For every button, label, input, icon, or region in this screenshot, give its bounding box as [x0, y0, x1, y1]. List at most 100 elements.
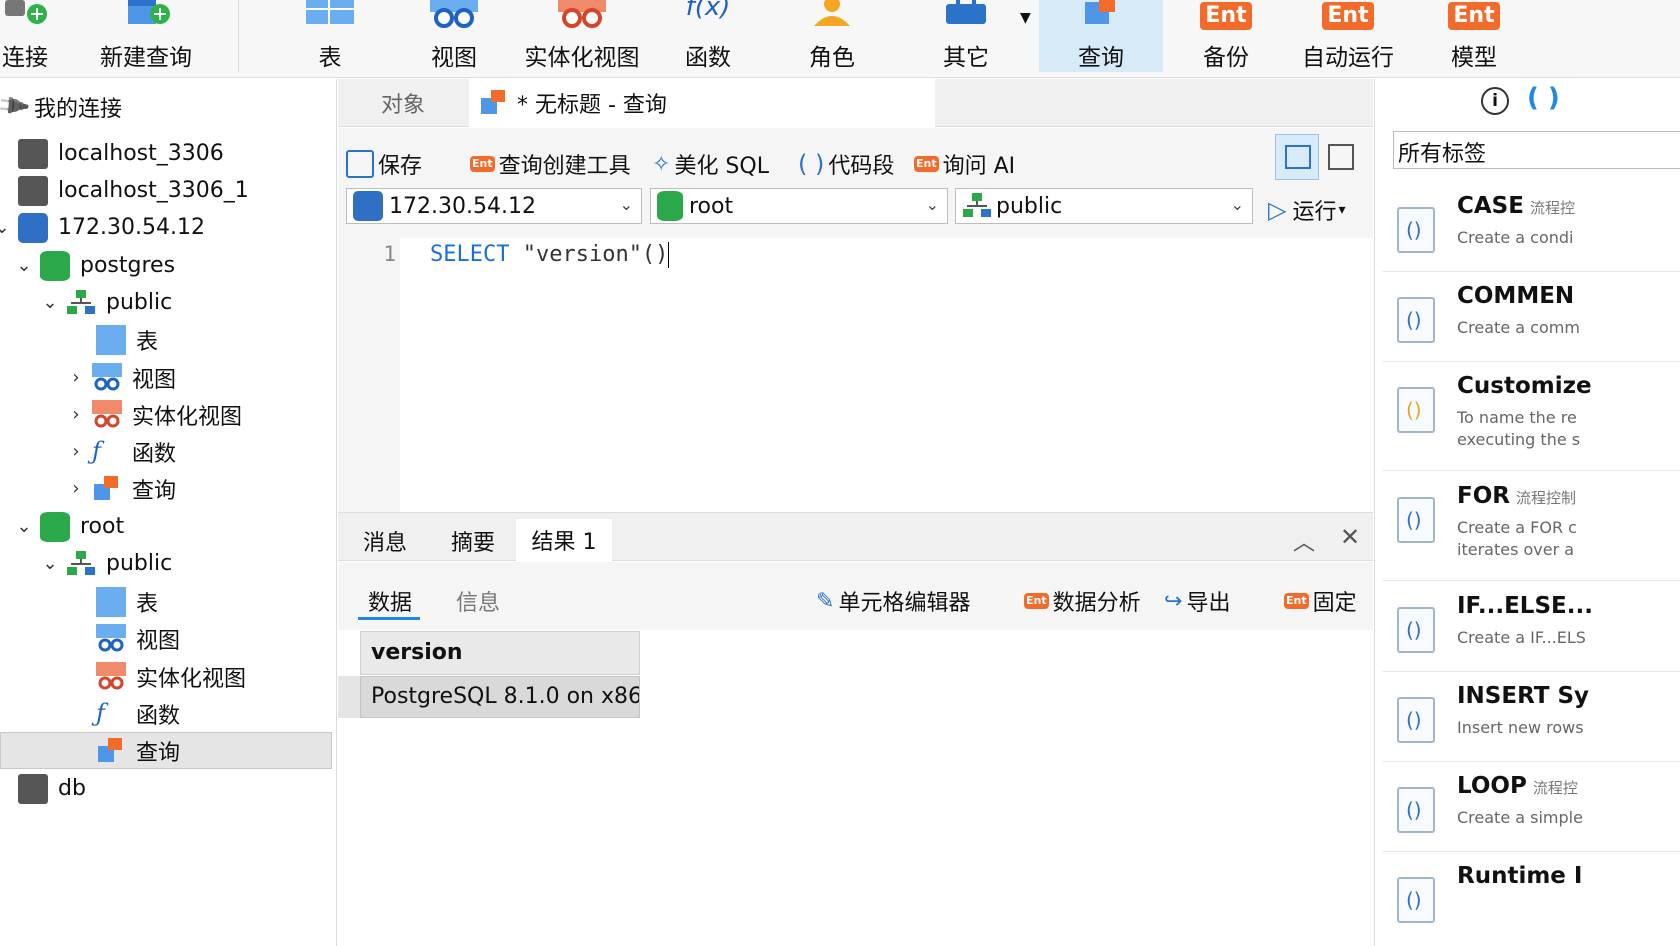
snippet-item[interactable]: () CASE 流程控 Create a condi — [1383, 183, 1680, 272]
tree-node-tables[interactable]: 表 — [96, 321, 158, 358]
data-analysis-button[interactable]: Ent 数据分析 — [1024, 585, 1141, 617]
chevron-right-icon[interactable]: › — [66, 478, 86, 499]
toolbar-other-button[interactable]: 其它 — [926, 0, 1006, 72]
tree-node-queries-selected[interactable]: 查询 — [96, 732, 180, 769]
toolbar-backup-button[interactable]: Ent 备份 — [1186, 0, 1266, 72]
beautify-sql-button[interactable]: ✧ 美化 SQL — [652, 148, 769, 180]
tab-summary[interactable]: 摘要 — [430, 521, 516, 561]
pin-button[interactable]: Ent 固定 — [1284, 585, 1357, 617]
tree-node-public[interactable]: ⌄ public — [40, 284, 172, 321]
tab-result-1[interactable]: 结果 1 — [516, 519, 612, 561]
tab-objects[interactable]: 对象 — [338, 79, 468, 127]
snippet-parentheses-icon[interactable]: ( ) — [1527, 83, 1560, 113]
snippet-item[interactable]: () IF...ELSE... Create a IF...ELS — [1383, 583, 1680, 672]
toolbar-query-button[interactable]: 查询 — [1039, 0, 1163, 72]
tree-node-views[interactable]: 视图 — [96, 620, 180, 657]
toolbar-table-button[interactable]: 表 — [290, 0, 370, 72]
tree-node-label: 172.30.54.12 — [58, 215, 205, 240]
toolbar-automation-label: 自动运行 — [1302, 45, 1394, 71]
table-icon — [96, 324, 126, 355]
schema-icon — [963, 193, 991, 217]
layout-horizontal-split-button[interactable] — [1275, 134, 1319, 180]
info-icon[interactable]: i — [1481, 87, 1509, 115]
code-snippet-button[interactable]: ( ) 代码段 — [798, 148, 894, 180]
snippet-item[interactable]: () Runtime I — [1383, 853, 1680, 942]
save-button[interactable]: 保存 — [346, 148, 422, 180]
connection-select[interactable]: 172.30.54.12 ⌄ — [346, 188, 642, 224]
tab-untitled-query-label: * 无标题 - 查询 — [517, 93, 667, 118]
database-icon — [40, 250, 70, 281]
close-icon[interactable]: ✕ — [1340, 523, 1360, 551]
tree-node-queries[interactable]: › 查询 — [66, 470, 176, 507]
tree-node-public[interactable]: ⌄ public — [40, 545, 172, 582]
snippet-item[interactable]: () LOOP 流程控 Create a simple — [1383, 763, 1680, 852]
tree-node-postgres[interactable]: ⌄ postgres — [14, 247, 175, 284]
toolbar-role-button[interactable]: 角色 — [792, 0, 872, 72]
subtab-info-label: 信息 — [456, 591, 501, 616]
chevron-right-icon[interactable]: › — [66, 367, 86, 388]
tag-filter-select[interactable]: 所有标签 — [1393, 131, 1680, 169]
parentheses-icon: ( ) — [798, 150, 825, 178]
snippet-item[interactable]: () Customize To name the re executing th… — [1383, 363, 1680, 471]
pin-label: 固定 — [1312, 591, 1357, 616]
run-button[interactable]: ▷ 运行 ▾ — [1268, 194, 1346, 226]
collapse-chevron-up-icon[interactable]: ︿ — [1293, 525, 1315, 557]
tree-node-materialized-views[interactable]: 实体化视图 — [96, 658, 246, 695]
column-header-version[interactable]: version — [360, 631, 640, 675]
chevron-right-icon[interactable]: › — [66, 404, 86, 425]
toolbar-view-button[interactable]: 视图 — [414, 0, 494, 72]
toolbar-new-query-button[interactable]: 新建查询 — [92, 0, 200, 72]
database-icon — [657, 191, 683, 221]
tree-node-localhost-3306[interactable]: localhost_3306 — [18, 135, 224, 172]
sql-editor[interactable]: 1 SELECT "version"() — [338, 238, 1373, 512]
tree-node-db[interactable]: db — [18, 770, 86, 807]
vertical-split-icon[interactable] — [1328, 144, 1354, 170]
cell-editor-button[interactable]: ✎ 单元格编辑器 — [816, 585, 970, 617]
tree-node-tables[interactable]: 表 — [96, 583, 158, 620]
tree-node-172-30-54-12[interactable]: ⌄ 172.30.54.12 — [0, 209, 205, 246]
snippet-desc: Create a IF...ELS — [1457, 628, 1586, 647]
query-icon — [1085, 0, 1115, 24]
tree-node-functions[interactable]: ƒ 函数 — [96, 695, 180, 732]
toolbar-model-button[interactable]: Ent 模型 — [1434, 0, 1514, 72]
snippet-item[interactable]: () FOR 流程控制 Create a FOR c iterates over … — [1383, 473, 1680, 581]
ask-ai-button[interactable]: Ent 询问 AI — [914, 148, 1015, 180]
toolbar-automation-button[interactable]: Ent 自动运行 — [1298, 0, 1398, 72]
toolbar-connect-button[interactable]: 连接 — [0, 0, 60, 72]
subtab-info[interactable]: 信息 — [456, 585, 500, 617]
table-icon — [306, 0, 354, 24]
table-cell[interactable]: PostgreSQL 8.1.0 on x86 — [360, 676, 640, 718]
run-dropdown-caret-icon[interactable]: ▾ — [1338, 202, 1345, 218]
tree-node-root[interactable]: ⌄ root — [14, 508, 124, 545]
snippet-item[interactable]: () COMMEN Create a comm — [1383, 273, 1680, 362]
chevron-down-icon[interactable]: ⌄ — [14, 516, 34, 537]
schema-select[interactable]: public ⌄ — [955, 188, 1253, 224]
tab-messages[interactable]: 消息 — [342, 521, 428, 561]
snippet-item[interactable]: () INSERT Sy Insert new rows — [1383, 673, 1680, 762]
chevron-down-icon[interactable]: ⌄ — [40, 292, 60, 313]
snippet-title: LOOP 流程控 — [1457, 773, 1578, 799]
chevron-right-icon[interactable]: › — [66, 441, 86, 462]
chevron-down-icon[interactable]: ⌄ — [14, 255, 34, 276]
chevron-down-icon[interactable]: ⌄ — [40, 553, 60, 574]
tab-untitled-query[interactable]: * 无标题 - 查询 — [469, 79, 935, 127]
ask-ai-label: 询问 AI — [942, 154, 1016, 179]
tree-node-localhost-3306-1[interactable]: localhost_3306_1 — [18, 172, 249, 209]
tree-node-functions[interactable]: › ƒ 函数 — [66, 433, 176, 470]
toolbar-function-button[interactable]: f(x) 函数 — [668, 0, 748, 72]
query-builder-button[interactable]: Ent 查询创建工具 — [470, 148, 631, 180]
export-button[interactable]: ↪ 导出 — [1164, 585, 1230, 617]
tree-node-label: localhost_3306_1 — [58, 178, 249, 203]
tree-node-materialized-views[interactable]: › 实体化视图 — [66, 396, 242, 433]
query-toolbar: 保存 Ent 查询创建工具 ✧ 美化 SQL ( ) 代码段 Ent 询问 AI… — [338, 128, 1373, 238]
database-select[interactable]: root ⌄ — [650, 188, 948, 224]
other-dropdown-caret-icon[interactable]: ▼ — [1020, 10, 1031, 26]
chevron-down-icon[interactable]: ⌄ — [0, 217, 12, 238]
toolbar-materialized-view-button[interactable]: 实体化视图 — [522, 0, 642, 72]
row-selector[interactable] — [338, 676, 360, 718]
tree-node-label: 视图 — [136, 628, 181, 654]
tree-node-views[interactable]: › 视图 — [66, 359, 176, 396]
edit-pencil-icon: ✎ — [816, 588, 835, 614]
subtab-data[interactable]: 数据 — [368, 585, 412, 617]
view-glasses-icon — [430, 0, 478, 28]
